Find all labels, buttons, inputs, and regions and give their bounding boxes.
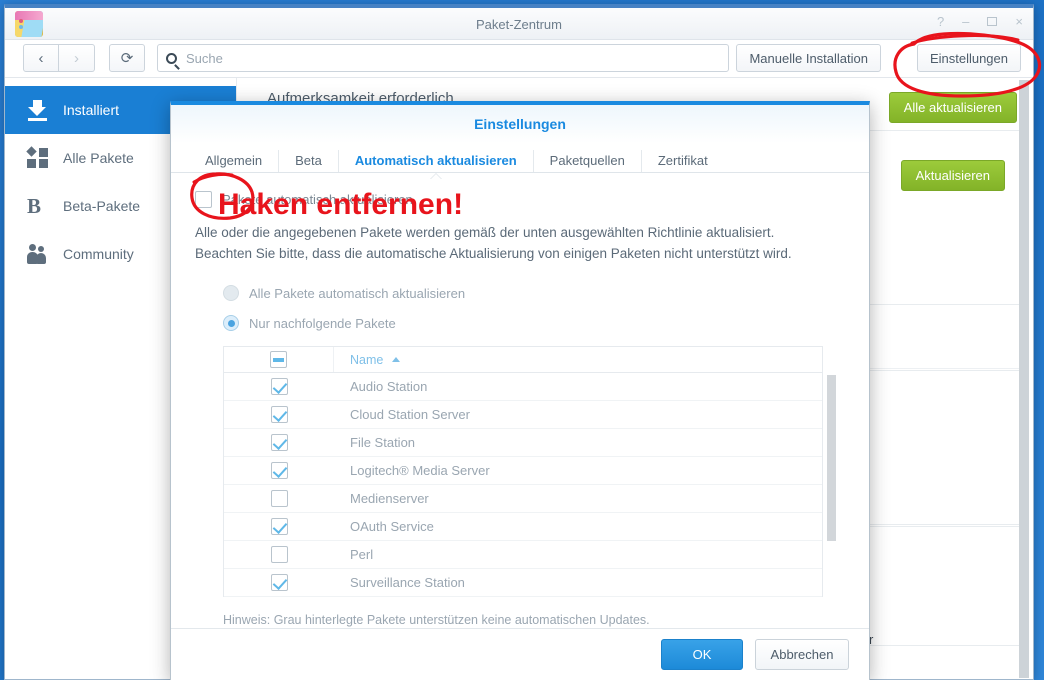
table-row[interactable]: Medienserver — [224, 485, 822, 513]
grid-scrollbar[interactable] — [827, 375, 836, 541]
table-row[interactable]: Perl — [224, 541, 822, 569]
package-grid: Name Audio Station Cloud Station Server … — [223, 346, 836, 597]
row-name: OAuth Service — [350, 519, 434, 534]
row-name: Logitech® Media Server — [350, 463, 490, 478]
auto-update-checkbox-label: Pakete automatisch aktualisieren — [222, 192, 413, 207]
help-icon[interactable]: ? — [937, 15, 944, 29]
reload-button[interactable]: ⟳ — [109, 44, 145, 72]
row-name: Surveillance Station — [350, 575, 465, 590]
auto-update-checkbox-row: Pakete automatisch aktualisieren — [195, 191, 845, 208]
desktop-background: Paket-Zentrum ? – × ‹ › ⟳ Suche Manuelle… — [0, 0, 1044, 680]
sort-ascending-icon — [391, 356, 400, 362]
tab-paketquellen[interactable]: Paketquellen — [532, 150, 641, 172]
grid-header-row: Name — [224, 347, 822, 373]
dialog-header: Einstellungen — [171, 105, 869, 143]
dialog-tabs: Allgemein Beta Automatisch aktualisieren… — [171, 143, 869, 173]
beta-b-icon: Β — [27, 194, 42, 218]
row-name: Medienserver — [350, 491, 429, 506]
policy-radio-group: Alle Pakete automatisch aktualisieren Nu… — [195, 278, 845, 338]
sidebar-item-label: Installiert — [63, 102, 120, 118]
people-icon — [27, 243, 49, 265]
table-row[interactable]: Audio Station — [224, 373, 822, 401]
row-name: Perl — [350, 547, 374, 562]
minimize-icon[interactable]: – — [962, 15, 969, 29]
row-checkbox[interactable] — [270, 406, 288, 423]
search-icon — [166, 52, 177, 64]
row-name: Cloud Station Server — [350, 407, 470, 422]
download-icon — [27, 99, 49, 121]
grid-select-all-cell — [224, 347, 334, 372]
back-button[interactable]: ‹ — [23, 44, 59, 72]
search-placeholder: Suche — [186, 50, 223, 66]
tab-allgemein[interactable]: Allgemein — [189, 150, 278, 172]
radio-button[interactable] — [223, 285, 239, 301]
radio-label: Nur nachfolgende Pakete — [249, 315, 396, 331]
grid-hint: Hinweis: Grau hinterlegte Pakete unterst… — [223, 613, 650, 627]
row-name: File Station — [350, 435, 416, 450]
sidebar-item-label: Community — [63, 246, 134, 262]
tab-zertifikat[interactable]: Zertifikat — [640, 150, 724, 172]
settings-dialog: Einstellungen Allgemein Beta Automatisch… — [170, 101, 870, 680]
row-name: Audio Station — [350, 379, 428, 394]
tab-beta[interactable]: Beta — [278, 150, 338, 172]
cancel-button[interactable]: Abbrechen — [755, 639, 849, 670]
sidebar-item-label: Beta-Pakete — [63, 198, 141, 214]
window-titlebar: Paket-Zentrum ? – × — [5, 8, 1033, 40]
radio-label: Alle Pakete automatisch aktualisieren — [249, 285, 466, 301]
grid-column-name-label: Name — [350, 352, 384, 367]
grid-column-name[interactable]: Name — [334, 353, 822, 367]
radio-button[interactable] — [223, 315, 239, 331]
auto-update-checkbox[interactable] — [195, 191, 212, 208]
table-row[interactable]: OAuth Service — [224, 513, 822, 541]
update-button[interactable]: Aktualisieren — [900, 160, 1005, 191]
dialog-body: Pakete automatisch aktualisieren Alle od… — [171, 173, 869, 627]
maximize-icon[interactable] — [987, 15, 998, 29]
window-controls: ? – × — [937, 15, 1023, 29]
dialog-title: Einstellungen — [474, 116, 566, 132]
tab-automatisch-aktualisieren[interactable]: Automatisch aktualisieren — [337, 150, 533, 172]
forward-button[interactable]: › — [59, 44, 95, 72]
table-row[interactable]: File Station — [224, 429, 822, 457]
update-all-button[interactable]: Alle aktualisieren — [888, 92, 1017, 123]
table-row[interactable]: Surveillance Station — [224, 569, 822, 597]
close-icon[interactable]: × — [1015, 15, 1023, 29]
radio-nur-nachfolgende[interactable]: Nur nachfolgende Pakete — [195, 308, 845, 338]
grid-squares-icon — [26, 146, 49, 169]
row-checkbox[interactable] — [270, 378, 288, 395]
window-title: Paket-Zentrum — [476, 17, 562, 32]
dialog-footer: OK Abbrechen — [171, 628, 869, 680]
auto-update-description: Alle oder die angegebenen Pakete werden … — [195, 225, 792, 261]
toolbar: ‹ › ⟳ Suche Manuelle Installation Einste… — [5, 40, 1033, 78]
ok-button[interactable]: OK — [661, 639, 743, 670]
radio-alle-pakete[interactable]: Alle Pakete automatisch aktualisieren — [195, 278, 845, 308]
row-checkbox[interactable] — [270, 546, 288, 563]
row-checkbox[interactable] — [270, 462, 288, 479]
table-row[interactable]: Cloud Station Server — [224, 401, 822, 429]
row-checkbox[interactable] — [270, 434, 288, 451]
content-scrollbar[interactable] — [1019, 80, 1029, 678]
manual-install-button[interactable]: Manuelle Installation — [736, 44, 881, 72]
search-input[interactable]: Suche — [157, 44, 729, 72]
row-checkbox[interactable] — [270, 518, 288, 535]
sidebar-item-label: Alle Pakete — [63, 150, 134, 166]
select-all-checkbox[interactable] — [270, 351, 287, 368]
row-checkbox[interactable] — [270, 574, 288, 591]
settings-button[interactable]: Einstellungen — [916, 44, 1021, 72]
row-checkbox[interactable] — [270, 490, 288, 507]
table-row[interactable]: Logitech® Media Server — [224, 457, 822, 485]
